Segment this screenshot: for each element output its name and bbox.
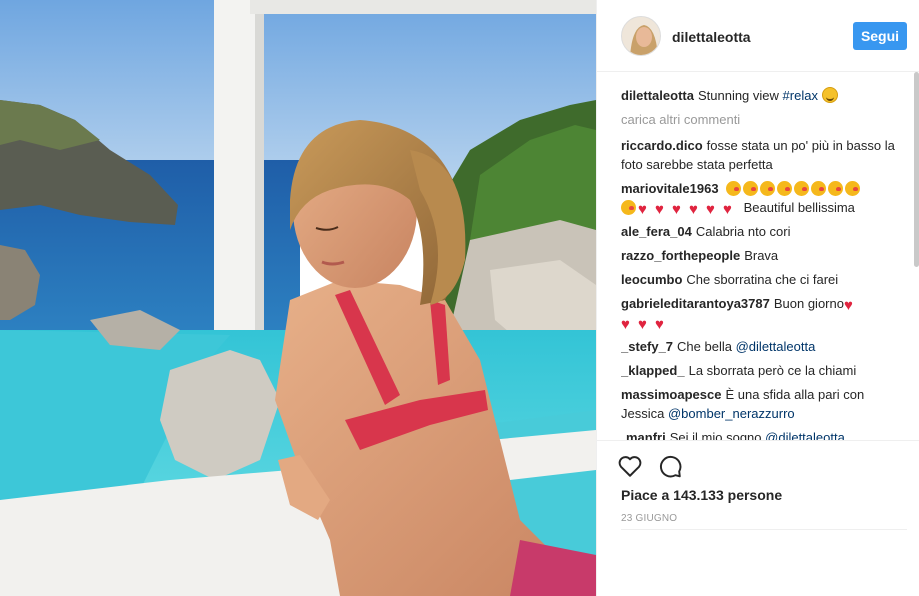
comment-username[interactable]: razzo_forthepeople: [621, 248, 740, 263]
comment-text: Beautiful bellissima: [743, 200, 855, 215]
instagram-post: dilettaleotta Segui dilettaleotta Stunnin…: [0, 0, 919, 596]
comment-username[interactable]: ale_fera_04: [621, 224, 692, 239]
kiss-emoji: [794, 181, 810, 196]
kiss-emoji: [726, 181, 742, 196]
divider: [621, 529, 907, 530]
red-heart-emoji: ♥: [706, 201, 715, 218]
red-heart-emoji: ♥: [655, 201, 664, 218]
heart-icon[interactable]: [617, 453, 643, 479]
comment-username[interactable]: gabrieleditarantoya3787: [621, 296, 770, 311]
comments-list: dilettaleotta Stunning view #relax carica…: [621, 86, 907, 440]
red-heart-emoji: ♥: [638, 201, 647, 218]
heart-icon-glyph: [618, 456, 642, 477]
comment-username[interactable]: riccardo.dico: [621, 138, 703, 153]
kiss-emoji: [743, 181, 759, 196]
post-actions: Piace a 143.133 persone 23 GIUGNO: [597, 440, 919, 530]
post-date: 23 GIUGNO: [621, 513, 678, 524]
comment-username[interactable]: _klapped_: [621, 363, 685, 378]
comment-username[interactable]: mariovitale1963: [621, 181, 719, 196]
likes-count[interactable]: Piace a 143.133 persone: [621, 487, 782, 503]
red-heart-emoji: ♥: [672, 201, 681, 218]
comment-text: Calabria nto cori: [695, 224, 791, 239]
comment-username[interactable]: manfri: [626, 430, 666, 440]
smile-emoji: [821, 87, 838, 103]
comment-item: riccardo.dico fosse stata un po' più in b…: [621, 136, 907, 174]
comment-item: leocumbo Che sborratina che ci farei: [621, 270, 907, 289]
comment-item: mariovitale1963 ♥ ♥ ♥ ♥ ♥ ♥ Beautiful belliss…: [621, 179, 907, 217]
comment-username[interactable]: _stefy_7: [621, 339, 673, 354]
red-heart-emoji: ♥: [655, 316, 664, 333]
comment-item: gabrieleditarantoya3787 Buon giorno♥ ♥ ♥ ♥: [621, 294, 907, 332]
post-header: dilettaleotta Segui: [597, 0, 919, 72]
comment-item: razzo_forthepeople Brava: [621, 246, 907, 265]
comment-text: Buon giorno: [773, 296, 844, 311]
load-more-comments[interactable]: carica altri commenti: [621, 110, 907, 129]
caption-text: Stunning view: [697, 88, 779, 103]
comments-scrollbar[interactable]: [914, 72, 919, 267]
comment-item: massimoapesce È una sfida alla pari con J…: [621, 385, 907, 423]
red-heart-emoji: ♥: [723, 201, 732, 218]
kiss-emoji: [621, 200, 636, 215]
mention-link[interactable]: @dilettaleotta: [736, 339, 816, 354]
comment-username[interactable]: leocumbo: [621, 272, 682, 287]
comment-text: La sborrata però ce la chiami: [688, 363, 857, 378]
comment-icon[interactable]: [657, 453, 683, 479]
kiss-emoji: [828, 181, 844, 196]
kiss-emoji: [777, 181, 793, 196]
caption-username[interactable]: dilettaleotta: [621, 88, 694, 103]
header-username[interactable]: dilettaleotta: [672, 29, 751, 45]
kiss-emoji: [811, 181, 827, 196]
comment-username[interactable]: massimoapesce: [621, 387, 721, 402]
comment-text: Sei il mio sogno: [669, 430, 762, 440]
caption: dilettaleotta Stunning view #relax: [621, 86, 907, 105]
post-sidebar: dilettaleotta Segui dilettaleotta Stunnin…: [596, 0, 919, 596]
photo-illustration: [0, 0, 596, 596]
comment-item: _stefy_7 Che bella @dilettaleotta: [621, 337, 907, 356]
red-heart-emoji: ♥: [843, 297, 853, 314]
avatar[interactable]: [621, 16, 661, 56]
comment-text: Che bella: [677, 339, 732, 354]
mention-link[interactable]: @dilettaleotta: [765, 430, 845, 440]
comment-icon-glyph: [659, 455, 682, 478]
comment-item: ale_fera_04 Calabria nto cori: [621, 222, 907, 241]
follow-button[interactable]: Segui: [853, 22, 907, 50]
post-photo[interactable]: [0, 0, 596, 596]
kiss-emoji: [760, 181, 776, 196]
red-heart-emoji: ♥: [621, 316, 630, 333]
red-heart-emoji: ♥: [689, 201, 698, 218]
red-heart-emoji: ♥: [638, 316, 647, 333]
mention-link[interactable]: @bomber_nerazzurro: [668, 406, 795, 421]
comment-item: manfri Sei il mio sogno @dilettaleotta: [621, 428, 907, 440]
comment-item: _klapped_ La sborrata però ce la chiami: [621, 361, 907, 380]
comment-text: Che sborratina che ci farei: [686, 272, 839, 287]
avatar-image: [622, 17, 660, 55]
hashtag-link[interactable]: #relax: [783, 88, 818, 103]
kiss-emoji: [845, 181, 861, 196]
comment-text: Brava: [744, 248, 779, 263]
